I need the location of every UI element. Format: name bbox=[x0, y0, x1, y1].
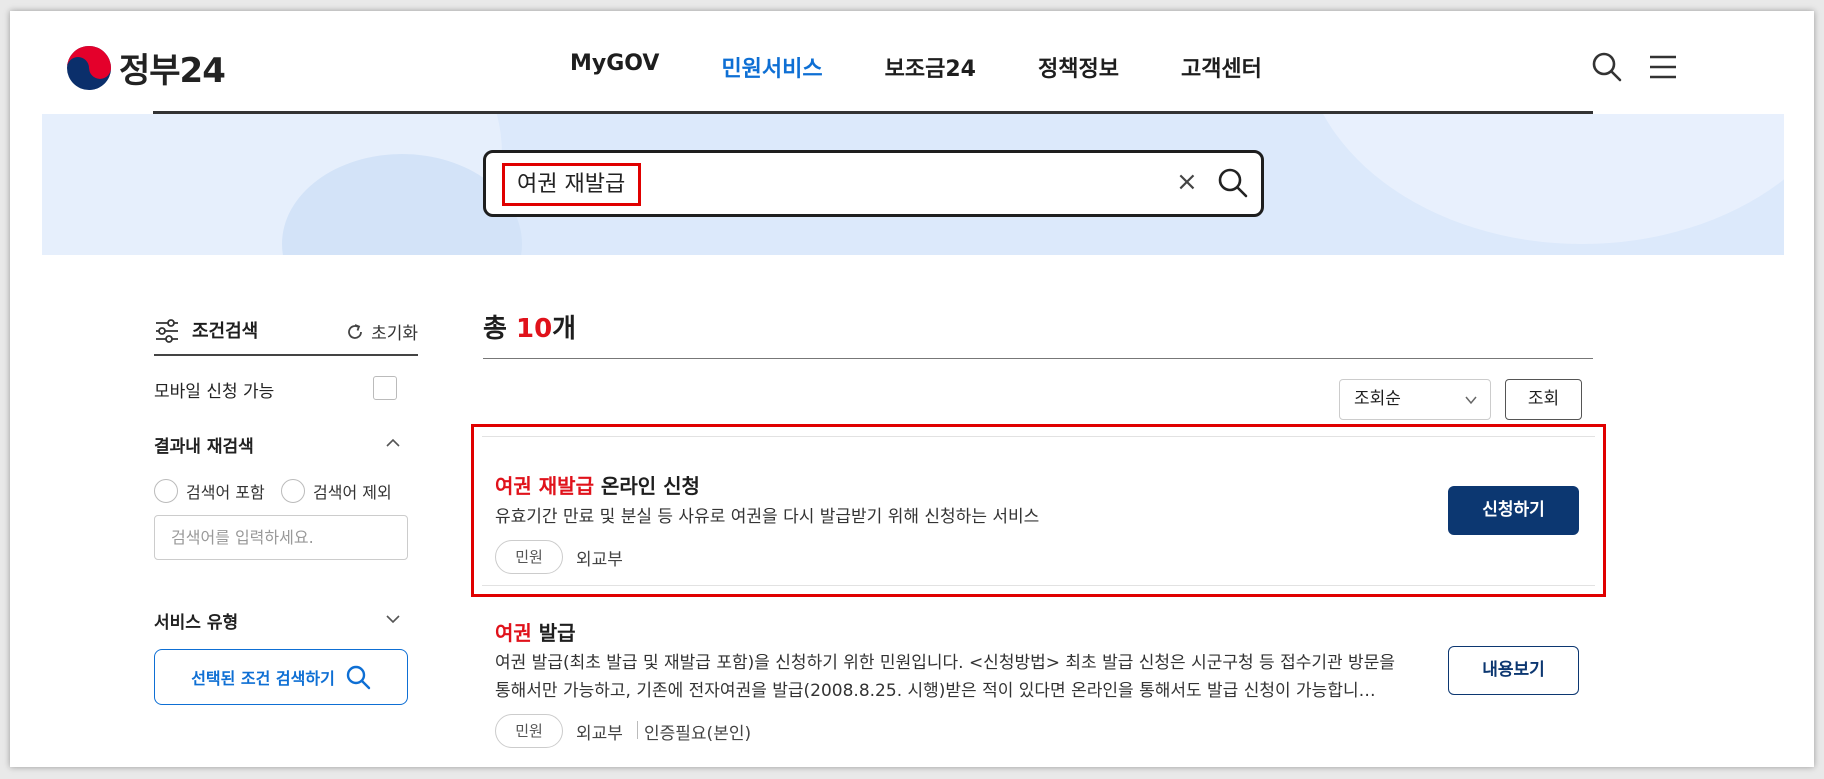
radio-circle bbox=[281, 479, 305, 503]
mobile-apply-checkbox[interactable] bbox=[373, 376, 397, 400]
search-icon bbox=[346, 665, 371, 690]
logo-text: 정부24 bbox=[119, 51, 226, 91]
total-number: 10 bbox=[515, 314, 553, 344]
filter-sliders-icon bbox=[156, 319, 178, 343]
results-divider bbox=[483, 358, 1593, 359]
sort-value: 조회순 bbox=[1354, 389, 1401, 409]
category-tag: 민원 bbox=[495, 714, 563, 748]
title-highlight: 여권 재발급 bbox=[495, 474, 594, 498]
mobile-apply-label: 모바일 신청 가능 bbox=[154, 382, 275, 402]
refresh-icon bbox=[348, 323, 362, 339]
search-icon[interactable] bbox=[1591, 51, 1623, 83]
nav-item-customer-center[interactable]: 고객센터 bbox=[1181, 51, 1262, 83]
browser-frame: 정부24 MyGOV 민원서비스 보조금24 정책정보 고객센터 여권 재발급 … bbox=[10, 11, 1814, 767]
include-keyword-label: 검색어 포함 bbox=[186, 483, 265, 502]
title-highlight: 여권 bbox=[495, 621, 532, 645]
menu-icon[interactable] bbox=[1647, 51, 1679, 83]
organization-label: 외교부 bbox=[576, 724, 623, 744]
sort-apply-button[interactable]: 조회 bbox=[1505, 379, 1582, 420]
result-description-line1: 여권 발급(최초 발급 및 재발급 포함)을 신청하기 위한 민원입니다. <신… bbox=[495, 653, 1395, 673]
exclude-keyword-radio[interactable]: 검색어 제외 bbox=[281, 479, 392, 503]
search-selected-conditions-button[interactable]: 선택된 조건 검색하기 bbox=[154, 649, 408, 705]
meta-separator bbox=[637, 721, 638, 739]
total-prefix: 총 bbox=[483, 314, 516, 344]
apply-button[interactable]: 신청하기 bbox=[1448, 486, 1579, 535]
nav-item-mygov[interactable]: MyGOV bbox=[570, 51, 659, 83]
chevron-down-icon bbox=[1465, 396, 1477, 405]
nav-item-policy[interactable]: 정책정보 bbox=[1038, 51, 1119, 83]
include-keyword-radio[interactable]: 검색어 포함 bbox=[154, 479, 265, 503]
refine-search-label: 결과내 재검색 bbox=[154, 437, 254, 457]
result-title[interactable]: 여권 재발급 온라인 신청 bbox=[495, 470, 700, 499]
result-description: 유효기간 만료 및 분실 등 사유로 여권을 다시 발급받기 위해 신청하는 서… bbox=[495, 507, 1040, 527]
auth-required-label: 인증필요(본인) bbox=[644, 724, 752, 744]
result-title[interactable]: 여권 발급 bbox=[495, 617, 576, 646]
title-rest: 발급 bbox=[531, 621, 576, 645]
site-logo[interactable]: 정부24 bbox=[65, 43, 226, 92]
nav-item-civil-service[interactable]: 민원서비스 bbox=[721, 51, 822, 83]
result-description-line2: 통해서만 가능하고, 기존에 전자여권을 발급(2008.8.25. 시행)받은… bbox=[495, 681, 1376, 701]
radio-circle bbox=[154, 479, 178, 503]
government-emblem-icon bbox=[67, 45, 111, 90]
search-submit-icon[interactable] bbox=[1217, 167, 1249, 199]
chevron-down-icon[interactable] bbox=[385, 611, 401, 627]
view-details-button[interactable]: 내용보기 bbox=[1448, 646, 1579, 695]
result-count: 총 10개 bbox=[483, 308, 576, 345]
search-selected-label: 선택된 조건 검색하기 bbox=[191, 669, 335, 688]
filter-title: 조건검색 bbox=[192, 321, 259, 342]
nav-item-subsidy24[interactable]: 보조금24 bbox=[885, 51, 976, 83]
exclude-keyword-label: 검색어 제외 bbox=[313, 483, 392, 502]
filter-header: 조건검색 초기화 bbox=[154, 314, 418, 356]
clear-icon[interactable]: × bbox=[1176, 167, 1198, 197]
service-type-label: 서비스 유형 bbox=[154, 613, 239, 633]
keyword-input[interactable]: 검색어를 입력하세요. bbox=[154, 515, 408, 560]
category-tag: 민원 bbox=[495, 540, 563, 574]
search-bar[interactable]: 여권 재발급 × bbox=[483, 150, 1264, 217]
title-rest: 온라인 신청 bbox=[593, 474, 700, 498]
search-input[interactable]: 여권 재발급 bbox=[502, 163, 641, 206]
reset-label: 초기화 bbox=[371, 324, 418, 344]
chevron-up-icon[interactable] bbox=[385, 435, 401, 451]
reset-button[interactable]: 초기화 bbox=[345, 319, 418, 344]
main-nav: MyGOV 민원서비스 보조금24 정책정보 고객센터 bbox=[570, 51, 1324, 83]
total-suffix: 개 bbox=[552, 314, 577, 344]
sort-select[interactable]: 조회순 bbox=[1339, 379, 1491, 420]
organization-label: 외교부 bbox=[576, 550, 623, 570]
